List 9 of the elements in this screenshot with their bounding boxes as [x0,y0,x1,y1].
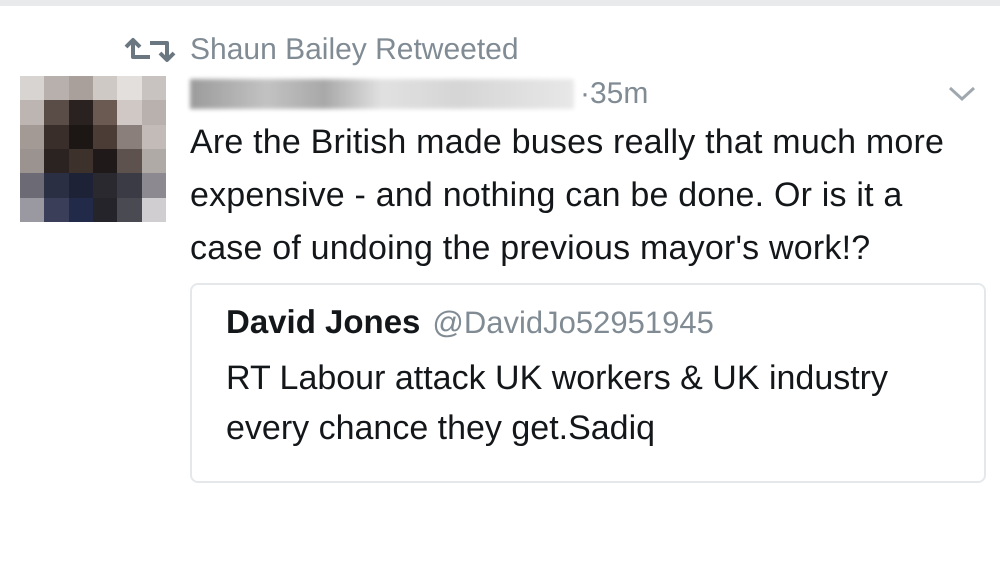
retweeted-label: Shaun Bailey Retweeted [190,33,519,67]
quoted-tweet-text: RT Labour attack UK workers & UK industry every chance they get.Sadiq [226,358,890,449]
chevron-down-icon[interactable] [948,86,976,102]
quoted-author-handle: @DavidJo52951945 [432,305,714,341]
quoted-tweet-card[interactable]: David Jones @DavidJo52951945 RT Labour attack UK workers & UK industry every chance they get.Sadiq [190,283,986,483]
retweet-icon [122,37,178,63]
tweet-time: ·35m [580,77,648,111]
quoted-author-name: David Jones [226,303,420,341]
tweet-text: Are the British made buses really that much more expensive - and nothing can be done. Or is it a case of undoing the previous mayor's work!? [190,122,946,269]
